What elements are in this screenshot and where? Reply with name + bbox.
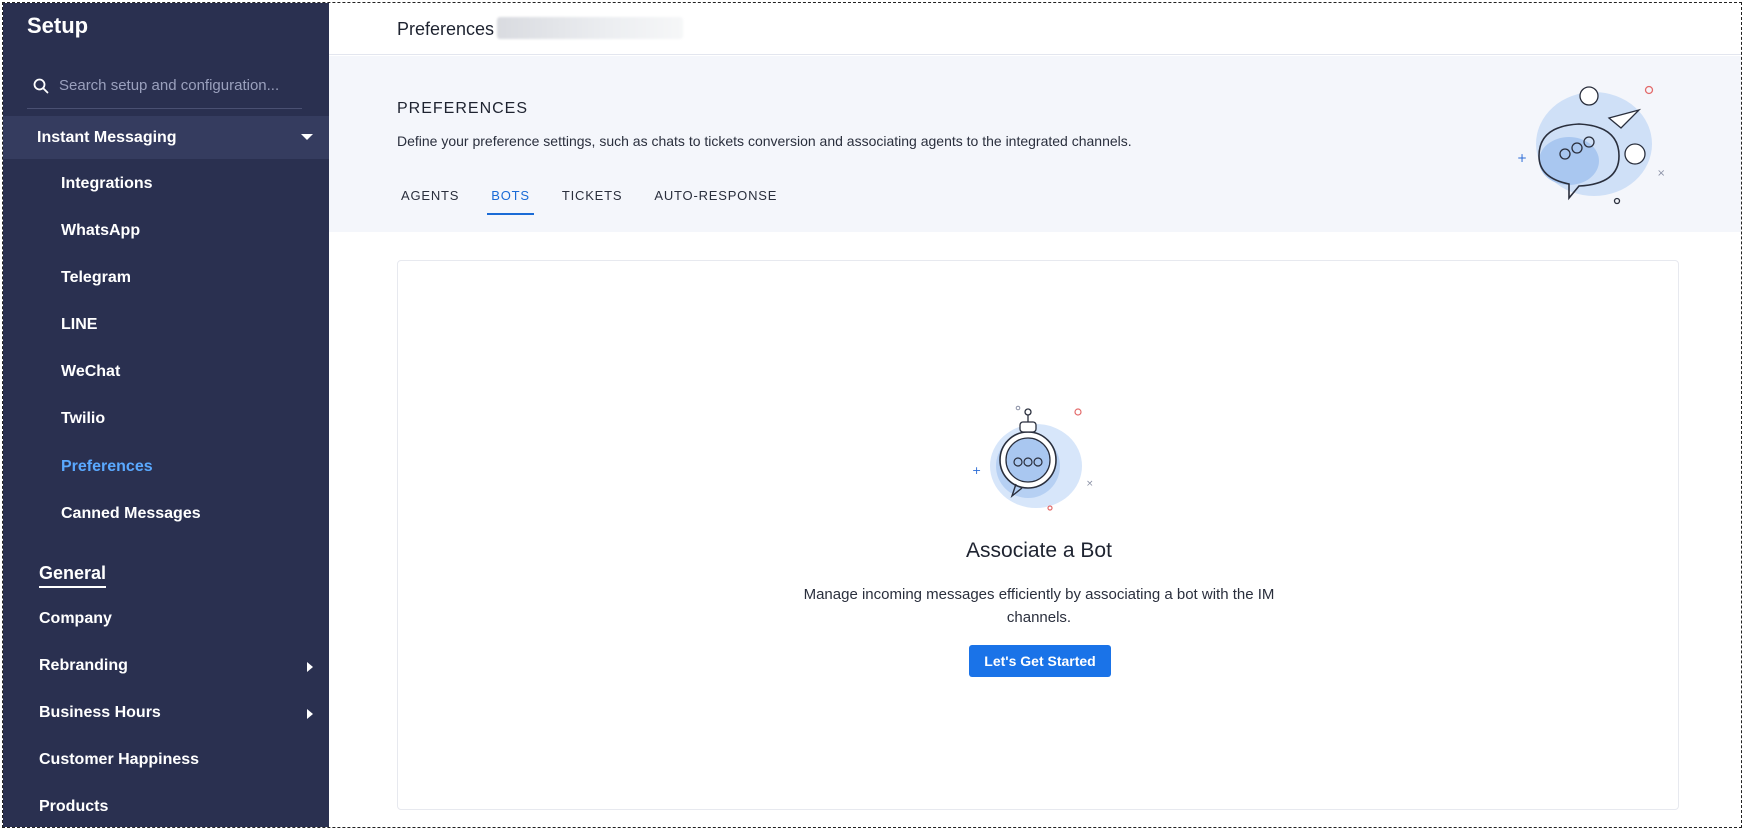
setup-sidebar: Setup Instant Messaging Integrations Wha… xyxy=(3,3,329,827)
sidebar-section-instant-messaging[interactable]: Instant Messaging xyxy=(3,116,329,159)
sidebar-item-integrations[interactable]: Integrations xyxy=(61,175,153,193)
redacted-area xyxy=(497,17,683,39)
caret-down-icon xyxy=(301,134,313,140)
sidebar-group-general: General xyxy=(39,563,107,588)
sidebar-item-rebranding[interactable]: Rebranding xyxy=(39,657,319,675)
tab-auto-response[interactable]: AUTO-RESPONSE xyxy=(650,188,781,215)
sidebar-item-label: Business Hours xyxy=(39,704,161,721)
svg-text:+: + xyxy=(972,464,981,477)
empty-state-description: Manage incoming messages efficiently by … xyxy=(803,586,1275,626)
sidebar-item-line[interactable]: LINE xyxy=(61,316,97,334)
app-window: Setup Instant Messaging Integrations Wha… xyxy=(2,2,1742,828)
sidebar-item-preferences[interactable]: Preferences xyxy=(61,458,153,476)
svg-text:×: × xyxy=(1086,479,1094,489)
empty-state-card: + × Associate a Bot Manage incoming mess… xyxy=(397,260,1679,810)
tab-bar: AGENTS BOTS TICKETS AUTO-RESPONSE xyxy=(397,188,805,215)
sidebar-item-label: Rebranding xyxy=(39,657,128,674)
svg-text:×: × xyxy=(1657,168,1665,179)
sidebar-item-company[interactable]: Company xyxy=(39,610,319,628)
sidebar-search[interactable] xyxy=(27,63,302,109)
sidebar-section-label: Instant Messaging xyxy=(37,128,177,146)
tab-agents[interactable]: AGENTS xyxy=(397,188,463,215)
sidebar-item-products[interactable]: Products xyxy=(39,798,319,816)
get-started-button[interactable]: Let's Get Started xyxy=(969,645,1111,677)
empty-state-title: Associate a Bot xyxy=(966,539,1112,562)
top-bar: Preferences xyxy=(329,3,1741,55)
tab-bots[interactable]: BOTS xyxy=(487,188,534,215)
sidebar-item-label: Company xyxy=(39,610,112,627)
page-title: PREFERENCES xyxy=(397,100,529,117)
page-description: Define your preference settings, such as… xyxy=(397,133,1132,149)
sidebar-item-twilio[interactable]: Twilio xyxy=(61,410,105,428)
page-header: PREFERENCES Define your preference setti… xyxy=(329,56,1741,232)
svg-text:+: + xyxy=(1517,151,1527,165)
sidebar-item-whatsapp[interactable]: WhatsApp xyxy=(61,222,140,240)
sidebar-item-label: Products xyxy=(39,798,109,815)
sidebar-title: Setup xyxy=(27,13,89,38)
sidebar-item-canned-messages[interactable]: Canned Messages xyxy=(61,505,201,523)
tab-tickets[interactable]: TICKETS xyxy=(558,188,627,215)
sidebar-item-telegram[interactable]: Telegram xyxy=(61,269,131,287)
chevron-right-icon xyxy=(307,662,313,672)
sidebar-item-label: Customer Happiness xyxy=(39,751,200,768)
sidebar-item-wechat[interactable]: WeChat xyxy=(61,363,120,381)
bot-illustration-icon: + × xyxy=(972,405,1094,511)
sidebar-item-customer-happiness[interactable]: Customer Happiness xyxy=(39,751,319,769)
search-icon xyxy=(33,78,49,93)
sidebar-item-business-hours[interactable]: Business Hours xyxy=(39,704,319,722)
breadcrumb: Preferences xyxy=(397,19,495,39)
search-input[interactable] xyxy=(59,77,299,94)
chevron-right-icon xyxy=(307,709,313,719)
chat-illustration-icon: + × xyxy=(1517,85,1665,205)
